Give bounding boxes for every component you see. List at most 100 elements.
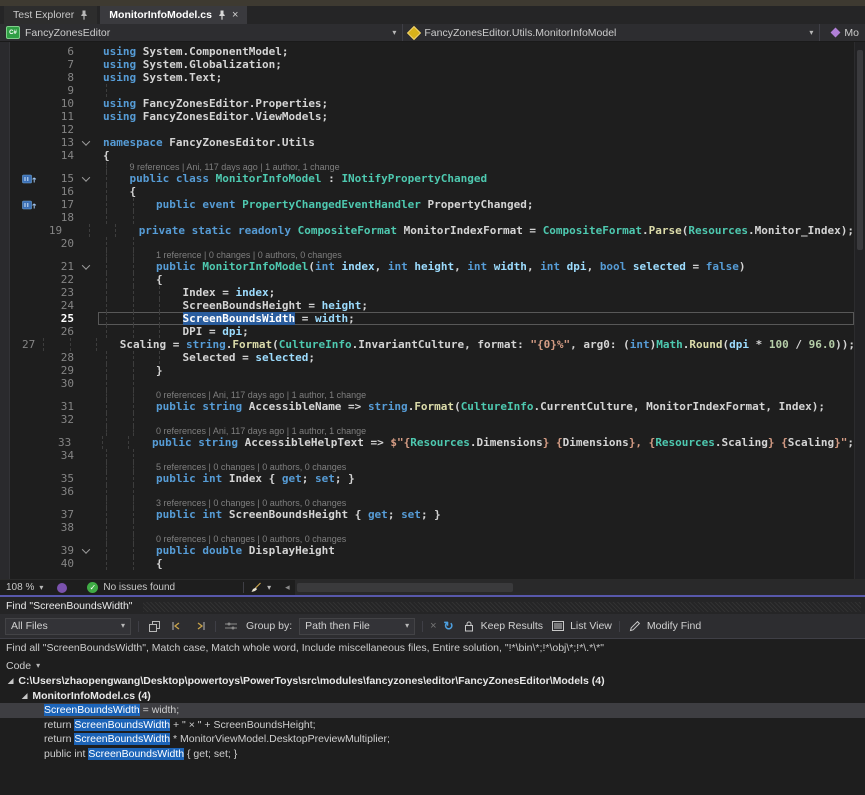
code-line[interactable]: 37public int ScreenBoundsHeight { get; s… [10,508,854,521]
code-filter-dropdown[interactable]: Code ▾ [0,658,865,674]
code-line[interactable]: 25ScreenBoundsWidth = width; [10,312,854,325]
inheritance-margin-icon[interactable] [10,174,48,184]
code-line[interactable]: 7using System.Globalization; [10,58,854,71]
expand-triangle-icon[interactable]: ◢ [22,692,27,700]
chevron-down-icon[interactable]: ▾ [267,584,271,592]
code-line[interactable]: 15public class MonitorInfoModel : INotif… [10,172,854,185]
code-line[interactable]: 9 [10,84,854,97]
code-line[interactable]: 8using System.Text; [10,71,854,84]
indent-guide [133,521,134,534]
vertical-scrollbar[interactable] [854,42,865,579]
copy-results-icon[interactable] [146,618,162,634]
find-result-group[interactable]: ◢MonitorInfoModel.cs (4) [0,689,865,704]
fold-chevron-icon[interactable] [74,176,98,182]
code-line[interactable]: 40{ [10,557,854,570]
code-line[interactable]: 30 [10,377,854,390]
modify-find-button[interactable]: Modify Find [627,618,701,634]
code-line[interactable]: 24ScreenBoundsHeight = height; [10,299,854,312]
project-dropdown[interactable]: C# FancyZonesEditor ▾ [0,24,403,41]
pin-icon[interactable] [80,10,88,20]
codelens-row[interactable]: 9 references | Ani, 117 days ago | 1 aut… [10,162,854,172]
code-line[interactable]: 13namespace FancyZonesEditor.Utils [10,136,854,149]
code-line[interactable]: 16{ [10,185,854,198]
code-line[interactable]: 29} [10,364,854,377]
code-line[interactable]: 12 [10,123,854,136]
code-line[interactable]: 28Selected = selected; [10,351,854,364]
next-location-icon[interactable] [192,618,208,634]
line-number: 6 [48,45,74,58]
code-line[interactable]: 22{ [10,273,854,286]
filter-settings-icon[interactable] [223,618,239,634]
code-line[interactable]: 23Index = index; [10,286,854,299]
inheritance-margin-icon[interactable] [10,200,48,210]
pencil-icon [627,618,643,634]
issues-status-text[interactable]: No issues found [103,582,175,593]
panel-drag-texture[interactable] [143,602,861,612]
vertical-scrollbar-thumb[interactable] [857,50,863,250]
horizontal-scrollbar[interactable] [295,580,865,595]
fold-chevron-icon[interactable] [74,140,98,146]
code-line[interactable]: 35public int Index { get; set; } [10,472,854,485]
close-icon[interactable]: × [232,10,238,21]
lock-icon [461,618,477,634]
indent-guide [106,198,107,211]
zoom-level[interactable]: 108 % [6,582,34,593]
member-dropdown[interactable]: Mo [820,24,865,41]
code-line[interactable]: 33public string AccessibleHelpText => $"… [10,436,854,449]
code-editor[interactable]: 6using System.ComponentModel;7using Syst… [0,42,865,579]
find-result-row[interactable]: ScreenBoundsWidth = width; [0,703,865,718]
codelens-row[interactable]: 5 references | 0 changes | 0 authors, 0 … [10,462,854,472]
find-panel-header[interactable]: Find "ScreenBoundsWidth" [0,597,865,614]
code-line[interactable]: 31public string AccessibleName => string… [10,400,854,413]
chevron-down-icon[interactable]: ▾ [39,584,43,592]
expand-triangle-icon[interactable]: ◢ [8,677,13,685]
find-result-group[interactable]: ◢C:\Users\zhaopengwang\Desktop\powertoys… [0,674,865,689]
fold-chevron-icon[interactable] [74,548,98,554]
code-text: ScreenBoundsWidth = width; [98,312,854,325]
document-health-icon[interactable] [57,583,67,593]
codelens-row[interactable]: 1 reference | 0 changes | 0 authors, 0 c… [10,250,854,260]
indent-guide [133,377,134,390]
find-result-row[interactable]: return ScreenBoundsWidth + " × " + Scree… [0,718,865,733]
code-line[interactable]: 20 [10,237,854,250]
find-result-row[interactable]: return ScreenBoundsWidth * MonitorViewMo… [0,732,865,747]
clear-results-icon[interactable]: × [430,620,436,632]
horizontal-scrollbar-thumb[interactable] [297,583,514,592]
code-line[interactable]: 39public double DisplayHeight [10,544,854,557]
scope-dropdown[interactable]: All Files ▾ [5,618,131,635]
codelens-row[interactable]: 3 references | 0 changes | 0 authors, 0 … [10,498,854,508]
find-result-row[interactable]: public int ScreenBoundsWidth { get; set;… [0,747,865,762]
codelens-row[interactable]: 0 references | Ani, 117 days ago | 1 aut… [10,390,854,400]
code-line[interactable]: 36 [10,485,854,498]
fold-chevron-icon[interactable] [74,264,98,270]
code-line[interactable]: 26DPI = dpi; [10,325,854,338]
code-line[interactable]: 19private static readonly CompositeForma… [10,224,854,237]
codelens-row[interactable]: 0 references | 0 changes | 0 authors, 0 … [10,534,854,544]
refresh-icon[interactable]: ↻ [444,620,454,632]
code-line[interactable]: 6using System.ComponentModel; [10,45,854,58]
code-line[interactable]: 34 [10,449,854,462]
code-line[interactable]: 17public event PropertyChangedEventHandl… [10,198,854,211]
line-number: 40 [48,557,74,570]
list-view-button[interactable]: List View [550,618,612,634]
codelens-row[interactable]: 0 references | Ani, 117 days ago | 1 aut… [10,426,854,436]
type-dropdown[interactable]: FancyZonesEditor.Utils.MonitorInfoModel … [403,24,820,41]
codelens-text: 0 references | 0 changes | 0 authors, 0 … [98,534,854,544]
code-line[interactable]: 10using FancyZonesEditor.Properties; [10,97,854,110]
code-cleanup-icon[interactable] [249,582,262,594]
code-line[interactable]: 14{ [10,149,854,162]
code-line[interactable]: 38 [10,521,854,534]
tab-monitorinfomodel[interactable]: MonitorInfoModel.cs × [100,6,247,24]
code-line[interactable]: 27Scaling = string.Format(CultureInfo.In… [10,338,854,351]
pin-icon[interactable] [218,10,226,20]
group-by-dropdown[interactable]: Path then File ▾ [299,618,415,635]
code-line[interactable]: 11using FancyZonesEditor.ViewModels; [10,110,854,123]
code-line[interactable]: 32 [10,413,854,426]
scroll-left-arrow-icon[interactable]: ◂ [285,582,290,593]
tab-test-explorer[interactable]: Test Explorer [4,6,97,24]
code-line[interactable]: 21public MonitorInfoModel(int index, int… [10,260,854,273]
code-line[interactable]: 18 [10,211,854,224]
tab-test-explorer-label: Test Explorer [13,9,74,21]
previous-location-icon[interactable] [169,618,185,634]
keep-results-toggle[interactable]: Keep Results [461,618,543,634]
